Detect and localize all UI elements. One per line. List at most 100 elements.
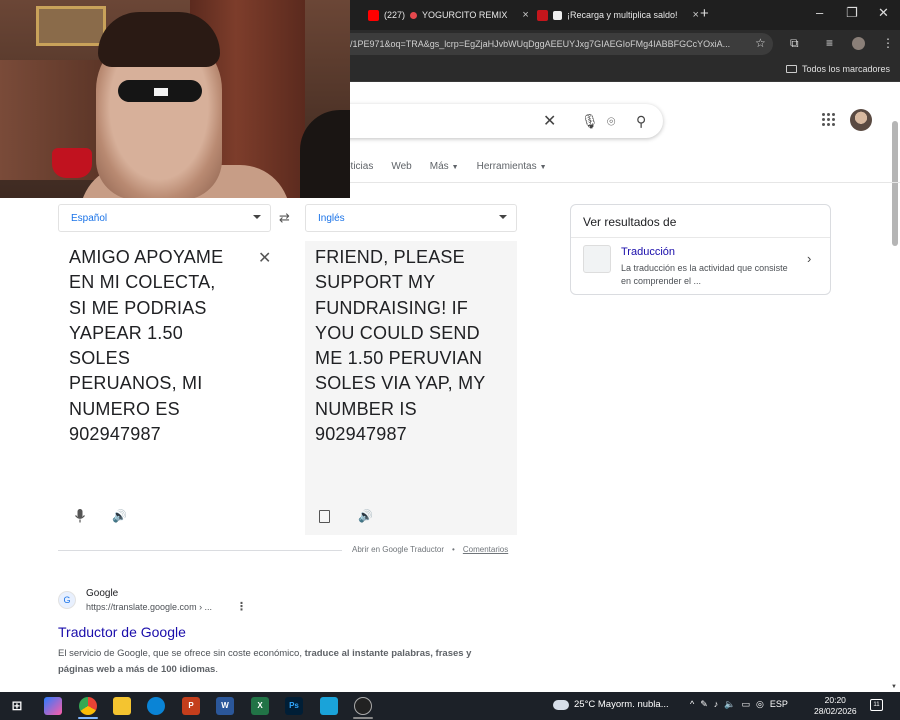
windows-start-icon[interactable]: ⊞ [8,697,26,715]
clear-text-icon[interactable]: ✕ [258,248,271,268]
listen-source-icon[interactable]: 🔊 [112,509,127,523]
dropdown-caret-icon: ▼ [451,164,459,171]
target-language-select[interactable]: Inglés [305,204,517,232]
scroll-down-arrow-icon[interactable]: ▼ [891,684,897,690]
word-icon[interactable]: W [216,697,234,715]
chevron-right-icon[interactable]: › [807,251,811,266]
store-icon[interactable] [320,697,338,715]
lens-camera-icon[interactable]: ⌾ [607,113,615,130]
source-language-label: Español [71,213,108,224]
dropdown-arrow-icon [253,215,261,219]
target-language-label: Inglés [318,213,345,224]
youtube-icon [368,9,379,21]
google-apps-icon[interactable] [822,113,836,127]
file-explorer-icon[interactable] [113,697,131,715]
network-icon[interactable]: ◎ [756,699,764,710]
media-control-icon[interactable]: ≡ [826,36,833,50]
listen-translation-icon[interactable]: 🔊 [358,509,373,523]
copy-translation-icon[interactable] [319,510,330,523]
tab-recarga[interactable]: ¡Recarga y multiplica saldo! × [537,4,699,26]
translation-thumbnail[interactable] [583,245,611,273]
account-avatar[interactable] [850,109,872,131]
result-url[interactable]: https://translate.google.com › ... [86,602,212,612]
open-in-translate-link[interactable]: Abrir en Google Traductor [352,545,444,554]
page-icon [553,10,562,20]
search-box[interactable]: ✕ 🎙 ⌾ ⚲ [300,104,663,138]
feedback-link[interactable]: Comentarios [463,545,508,554]
powerpoint-icon[interactable]: P [182,697,200,715]
source-text[interactable]: AMIGO APOYAME EN MI COLECTA, SI ME PODRI… [69,245,223,447]
source-language-select[interactable]: Español [58,204,271,232]
source-line: YAPEAR 1.50 [69,322,183,343]
panel-item-description: La traducción es la actividad que consis… [621,263,788,286]
weather-text: 25°C Mayorm. nubla... [574,699,669,710]
weather-widget[interactable]: 25°C Mayorm. nubla... [553,699,669,710]
tab-extra-label: YOGURCITO REMIX [422,10,508,20]
active-app-indicator [78,717,98,719]
translator-footer: Abrir en Google Traductor • Comentarios [352,545,508,554]
search-nav-tabs: oticias Web Más ▼ Herramientas ▼ [345,161,547,172]
target-line: FUNDRAISING! IF [315,297,469,318]
swap-languages-icon[interactable]: ⇄ [279,210,290,226]
clear-search-icon[interactable]: ✕ [543,111,556,131]
target-line: FRIEND, PLEASE [315,247,465,267]
audio-icon [410,11,418,19]
cloud-sun-icon [553,699,569,710]
folder-icon [785,65,797,73]
microphone-icon[interactable]: 🎙 [581,113,599,130]
clock-time: 20:20 [824,695,846,705]
background-shadow [300,110,350,198]
result-options-icon[interactable]: ⋮ [236,600,247,613]
extensions-icon[interactable]: ⧉ [790,36,799,51]
target-line: NUMBER IS [315,398,417,419]
see-results-panel: Ver resultados de Traducción La traducci… [570,204,831,295]
clock[interactable]: 20:20 28/02/2026 [814,695,857,717]
tab-youtube[interactable]: (227) YOGURCITO REMIX × [368,4,529,26]
tab-web[interactable]: Web [391,161,411,172]
close-window-button[interactable]: ✕ [878,5,889,21]
restore-button[interactable]: ❐ [846,5,858,21]
red-figurine [52,148,92,178]
close-tab-icon[interactable]: × [522,9,528,21]
screen: (227) YOGURCITO REMIX × ¡Recarga y multi… [0,0,900,720]
source-line: SOLES [69,348,131,369]
copilot-icon[interactable] [44,697,62,715]
tab-mas-label: Más [429,161,449,172]
tab-herramientas[interactable]: Herramientas ▼ [477,161,547,172]
result-title-link[interactable]: Traductor de Google [58,624,186,640]
search-icon[interactable]: ⚲ [636,113,646,130]
new-tab-button[interactable]: + [700,5,709,22]
source-line: PERUANOS, MI [69,373,203,394]
tab-mas[interactable]: Más ▼ [430,161,459,172]
menu-kebab-icon[interactable]: ⋮ [882,36,894,50]
edge-icon[interactable] [147,697,165,715]
translator-divider [58,550,342,551]
chrome-icon[interactable] [79,697,97,715]
snippet-end: . [215,664,218,675]
page-scrollbar[interactable] [892,121,898,246]
dropdown-caret-icon: ▼ [539,164,547,171]
profile-icon[interactable] [852,37,865,50]
pen-icon[interactable]: ✎ [700,699,708,710]
input-language[interactable]: ESP [770,699,788,710]
volume-icon[interactable]: 🔈 [724,699,735,710]
panel-divider [571,237,830,238]
webcam-overlay [0,0,350,198]
close-tab-icon[interactable]: × [693,9,699,21]
photoshop-icon[interactable]: Ps [285,697,303,715]
excel-icon[interactable]: X [251,697,269,715]
windows-taskbar: ⊞ P W X Ps 25°C Mayorm. nubla... ^ ✎ ♪ 🔈… [0,692,900,720]
result-site-name[interactable]: Google [86,588,118,599]
panel-item-title[interactable]: Traducción [621,246,675,258]
microphone-tray-icon[interactable]: ♪ [714,699,719,710]
minimize-button[interactable]: – [816,5,823,20]
notification-center-icon[interactable]: 11 [870,699,883,711]
translated-text: FRIEND, PLEASE SUPPORT MY FUNDRAISING! I… [315,245,486,447]
battery-icon[interactable]: ▭ [742,699,751,710]
bookmark-star-icon[interactable]: ☆ [755,36,766,50]
sunglasses-glare [154,88,168,96]
obs-icon[interactable] [354,697,372,715]
chevron-up-icon[interactable]: ^ [690,699,694,710]
all-bookmarks-button[interactable]: Todos los marcadores [785,64,890,74]
microphone-icon[interactable] [74,508,86,524]
